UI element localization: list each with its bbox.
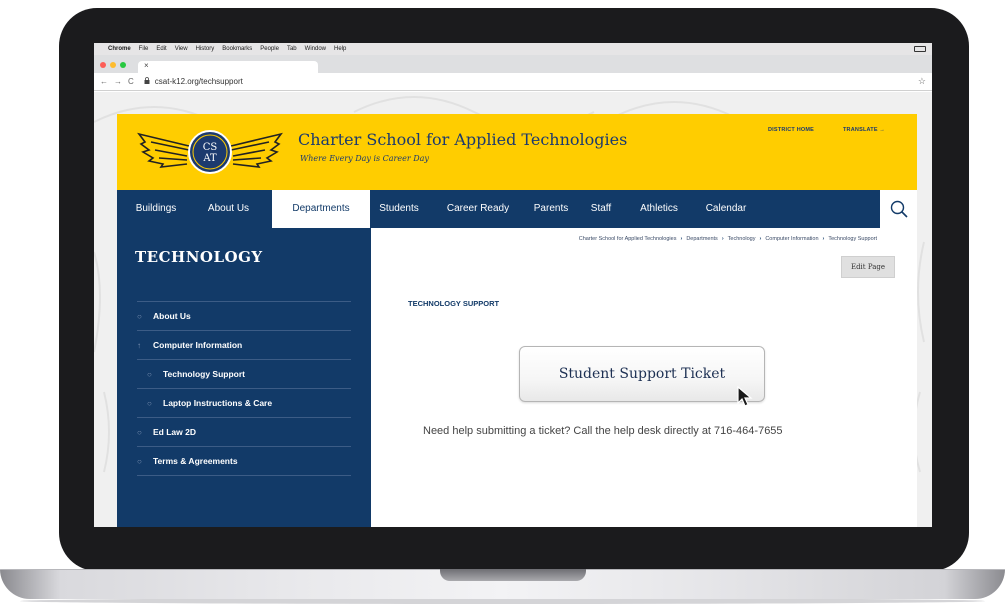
sidebar-item-label: About Us — [153, 311, 191, 321]
school-name[interactable]: Charter School for Applied Technologies — [298, 130, 627, 149]
sidebar-item-label: Laptop Instructions & Care — [163, 398, 273, 408]
screen: Chrome File Edit View History Bookmarks … — [94, 43, 932, 527]
nav-staff[interactable]: Staff — [579, 190, 623, 228]
menu-tab[interactable]: Tab — [287, 46, 297, 52]
main-content: Charter School for Applied Technologies ›… — [371, 228, 917, 527]
site-header: CS AT Charter School for Applied Technol… — [117, 114, 917, 190]
sidebar-item-about-us[interactable]: ○ About Us — [137, 301, 351, 330]
csat-logo[interactable]: CS AT — [137, 128, 283, 176]
edit-page-button[interactable]: Edit Page — [841, 256, 895, 278]
address-bar: ← → C csat-k12.org/techsupport ☆ — [94, 73, 932, 91]
sidebar-title: TECHNOLOGY — [135, 248, 263, 266]
zoom-window-icon[interactable] — [120, 62, 126, 68]
tab-close-icon[interactable]: × — [144, 61, 149, 70]
breadcrumb-item[interactable]: Computer Information — [765, 236, 818, 242]
nav-search-button[interactable] — [880, 190, 917, 228]
search-icon[interactable] — [890, 200, 908, 218]
bookmark-star-icon[interactable]: ☆ — [918, 76, 926, 87]
svg-text:AT: AT — [202, 153, 217, 164]
page-title: TECHNOLOGY SUPPORT — [408, 299, 500, 308]
laptop-notch — [440, 569, 586, 581]
nav-parents[interactable]: Parents — [525, 190, 577, 228]
breadcrumb-separator-icon: › — [680, 236, 683, 242]
close-window-icon[interactable] — [100, 62, 106, 68]
sidebar-item-label: Terms & Agreements — [153, 456, 238, 466]
svg-text:CS: CS — [203, 142, 218, 153]
breadcrumb-separator-icon: › — [822, 236, 825, 242]
nav-about-us[interactable]: About Us — [195, 190, 262, 228]
main-nav: Buildings About Us Departments Students … — [117, 190, 917, 228]
nav-buildings[interactable]: Buildings — [117, 190, 195, 228]
bullet-icon: ○ — [147, 370, 152, 379]
breadcrumb-item[interactable]: Technology — [728, 236, 756, 242]
breadcrumb-separator-icon: › — [721, 236, 724, 242]
breadcrumb-separator-icon: › — [759, 236, 762, 242]
sidebar-item-technology-support[interactable]: ○ Technology Support — [137, 359, 351, 388]
sidebar-item-terms-agreements[interactable]: ○ Terms & Agreements — [137, 446, 351, 475]
menu-view[interactable]: View — [175, 46, 188, 52]
menu-people[interactable]: People — [260, 46, 279, 52]
back-icon[interactable]: ← — [100, 77, 108, 86]
breadcrumb-current: Technology Support — [828, 236, 877, 242]
help-desk-text: Need help submitting a ticket? Call the … — [423, 425, 783, 437]
browser-tabbar: × — [94, 55, 932, 73]
bullet-icon: ○ — [137, 457, 142, 466]
mouse-cursor-icon — [737, 386, 753, 407]
menu-history[interactable]: History — [196, 46, 215, 52]
bullet-icon: ○ — [137, 428, 142, 437]
menu-window[interactable]: Window — [305, 46, 326, 52]
up-arrow-icon: ↑ — [137, 341, 141, 350]
nav-career-ready[interactable]: Career Ready — [435, 190, 521, 228]
battery-icon[interactable] — [914, 46, 926, 52]
url-field[interactable]: csat-k12.org/techsupport — [155, 77, 243, 86]
nav-students[interactable]: Students — [370, 190, 428, 228]
translate-link[interactable]: TRANSLATE → — [843, 127, 885, 133]
lock-icon[interactable] — [144, 77, 150, 86]
sidebar-divider — [137, 475, 351, 476]
menu-file[interactable]: File — [139, 46, 149, 52]
sidebar-item-computer-information[interactable]: ↑ Computer Information — [137, 330, 351, 359]
menu-chrome[interactable]: Chrome — [108, 46, 131, 52]
forward-icon[interactable]: → — [114, 77, 122, 86]
mac-menubar: Chrome File Edit View History Bookmarks … — [94, 43, 932, 55]
nav-calendar[interactable]: Calendar — [693, 190, 759, 228]
sidebar-item-ed-law-2d[interactable]: ○ Ed Law 2D — [137, 417, 351, 446]
bullet-icon: ○ — [137, 312, 142, 321]
sidebar: TECHNOLOGY ○ About Us ↑ Computer Informati… — [117, 228, 371, 527]
reload-icon[interactable]: C — [128, 77, 134, 86]
breadcrumb: Charter School for Applied Technologies ›… — [579, 236, 877, 242]
menu-bookmarks[interactable]: Bookmarks — [222, 46, 252, 52]
sidebar-item-label: Ed Law 2D — [153, 427, 196, 437]
sidebar-item-label: Computer Information — [153, 340, 243, 350]
sidebar-item-label: Technology Support — [163, 369, 246, 379]
breadcrumb-item[interactable]: Departments — [686, 236, 718, 242]
breadcrumb-item[interactable]: Charter School for Applied Technologies — [579, 236, 677, 242]
web-page: CS AT Charter School for Applied Technol… — [94, 92, 932, 527]
browser-tab[interactable]: × — [138, 61, 318, 73]
district-home-link[interactable]: DISTRICT HOME — [768, 127, 814, 133]
menu-help[interactable]: Help — [334, 46, 346, 52]
nav-departments[interactable]: Departments — [272, 190, 370, 228]
school-tagline: Where Every Day is Career Day — [300, 154, 429, 163]
student-support-ticket-button[interactable]: Student Support Ticket — [519, 346, 765, 402]
sidebar-item-laptop-instructions[interactable]: ○ Laptop Instructions & Care — [137, 388, 351, 417]
bullet-icon: ○ — [147, 399, 152, 408]
nav-athletics[interactable]: Athletics — [627, 190, 691, 228]
menu-edit[interactable]: Edit — [156, 46, 166, 52]
minimize-window-icon[interactable] — [110, 62, 116, 68]
